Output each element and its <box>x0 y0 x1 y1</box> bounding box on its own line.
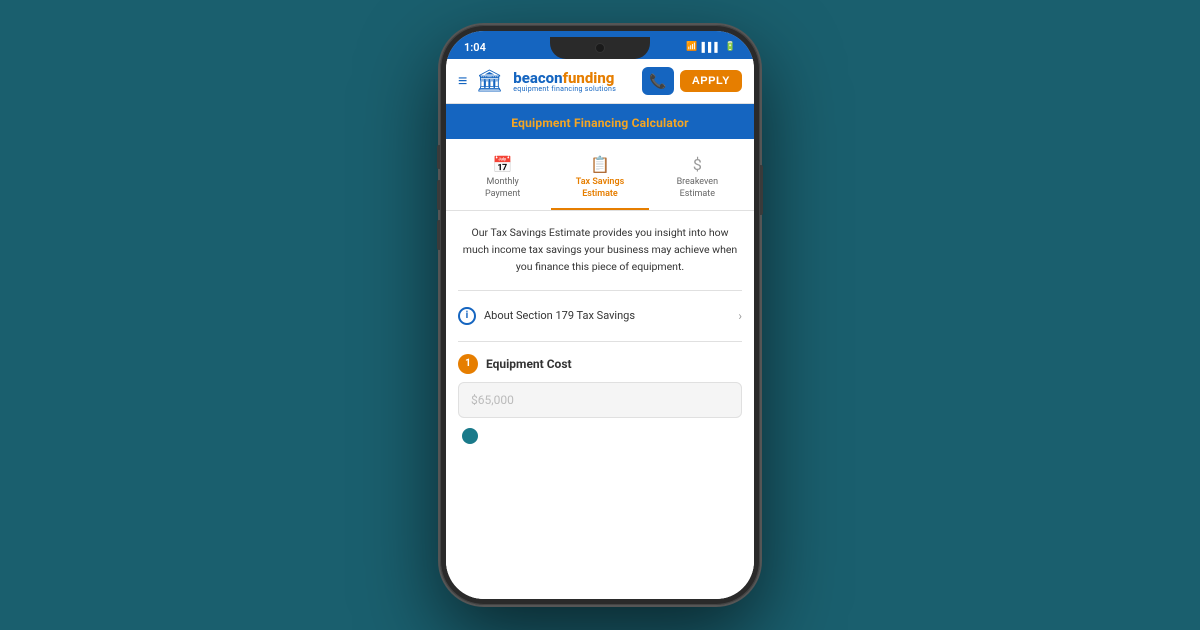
step-badge: 1 <box>458 354 478 374</box>
chevron-right-icon: › <box>738 309 742 323</box>
phone-call-button[interactable]: 📞 <box>642 67 674 95</box>
logo-text: beaconfunding <box>513 70 616 86</box>
main-content: 📅 MonthlyPayment 📋 Tax SavingsEstimate $… <box>446 139 754 599</box>
phone-icon: 📞 <box>649 73 666 90</box>
info-icon: i <box>458 307 476 325</box>
apply-button[interactable]: APPLY <box>680 70 742 92</box>
calculator-title: Equipment Financing Calculator <box>511 116 688 130</box>
battery-icon: 🔋 <box>725 42 736 52</box>
section-link-left: i About Section 179 Tax Savings <box>458 307 635 325</box>
lighthouse-icon: 🏛 <box>475 69 503 94</box>
content-body: Our Tax Savings Estimate provides you in… <box>446 211 754 599</box>
volume-up-button <box>437 180 440 210</box>
phone-screen: 1:04 📶 ▌▌▌ 🔋 ≡ 🏛 beaconfunding equipment… <box>446 31 754 599</box>
logo-beacon: beacon <box>513 69 562 87</box>
front-camera <box>595 43 605 53</box>
silent-switch <box>437 145 440 169</box>
calculator-header: Equipment Financing Calculator <box>446 104 754 139</box>
tab-breakeven-label: BreakevenEstimate <box>677 177 718 200</box>
power-button <box>760 165 763 215</box>
equipment-cost-section: 1 Equipment Cost $65,000 <box>458 354 742 444</box>
volume-down-button <box>437 220 440 250</box>
logo-funding: funding <box>563 69 615 87</box>
app-header: ≡ 🏛 beaconfunding equipment financing so… <box>446 59 754 104</box>
dollar-icon: $ <box>693 155 702 174</box>
tab-breakeven[interactable]: $ BreakevenEstimate <box>649 149 746 210</box>
tax-icon: 📋 <box>590 155 610 174</box>
status-time: 1:04 <box>464 41 486 54</box>
divider-1 <box>458 290 742 291</box>
header-right: 📞 APPLY <box>642 67 742 95</box>
tab-monthly-payment[interactable]: 📅 MonthlyPayment <box>454 149 551 210</box>
section-link-text: About Section 179 Tax Savings <box>484 309 635 322</box>
logo-area: beaconfunding equipment financing soluti… <box>513 70 616 93</box>
tabs-container: 📅 MonthlyPayment 📋 Tax SavingsEstimate $… <box>446 139 754 211</box>
phone-mockup: 1:04 📶 ▌▌▌ 🔋 ≡ 🏛 beaconfunding equipment… <box>440 25 760 605</box>
status-icons: 📶 ▌▌▌ 🔋 <box>686 42 736 53</box>
calendar-icon: 📅 <box>493 155 513 174</box>
logo-tagline: equipment financing solutions <box>513 86 616 93</box>
description-text: Our Tax Savings Estimate provides you in… <box>458 223 742 277</box>
equipment-cost-label: Equipment Cost <box>486 357 572 371</box>
equipment-cost-input[interactable]: $65,000 <box>458 382 742 418</box>
divider-2 <box>458 341 742 342</box>
section-179-link[interactable]: i About Section 179 Tax Savings › <box>458 303 742 329</box>
tab-monthly-payment-label: MonthlyPayment <box>485 177 520 200</box>
slider-handle[interactable] <box>462 428 478 444</box>
hamburger-icon[interactable]: ≡ <box>458 71 467 91</box>
tab-tax-savings-label: Tax SavingsEstimate <box>576 177 624 200</box>
section-header: 1 Equipment Cost <box>458 354 742 374</box>
signal-icon: ▌▌▌ <box>702 42 721 53</box>
phone-notch <box>550 37 650 59</box>
header-left: ≡ 🏛 beaconfunding equipment financing so… <box>458 69 616 94</box>
tab-tax-savings[interactable]: 📋 Tax SavingsEstimate <box>551 149 648 210</box>
wifi-icon: 📶 <box>686 42 697 52</box>
